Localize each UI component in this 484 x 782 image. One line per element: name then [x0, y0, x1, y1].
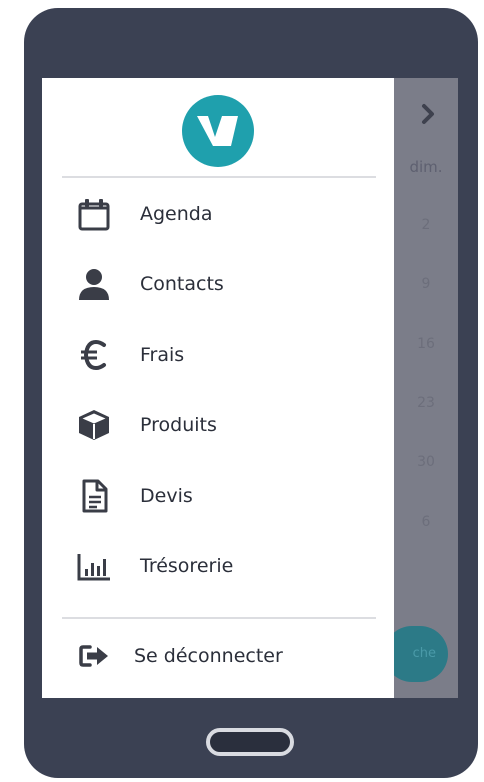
navigation-drawer: Agenda Contacts Frais Produits Devis Tré…: [42, 78, 394, 698]
menu-item-agenda[interactable]: Agenda: [62, 184, 376, 244]
calendar-icon: [76, 196, 112, 232]
person-icon: [76, 266, 112, 302]
euro-icon: [76, 337, 112, 373]
menu-item-frais[interactable]: Frais: [62, 325, 376, 385]
home-button[interactable]: [206, 728, 294, 756]
calendar-day-name: dim.: [409, 158, 443, 176]
drawer-divider-bottom: [62, 617, 376, 619]
calendar-date[interactable]: 16: [394, 336, 458, 352]
menu-item-label: Produits: [140, 414, 217, 436]
menu-item-produits[interactable]: Produits: [62, 395, 376, 455]
app-logo: [182, 95, 254, 167]
menu-item-contacts[interactable]: Contacts: [62, 254, 376, 314]
calendar-date[interactable]: 6: [394, 514, 458, 530]
logout-icon: [76, 638, 112, 674]
calendar-date[interactable]: 23: [394, 395, 458, 411]
logout-label: Se déconnecter: [134, 645, 283, 667]
menu-item-label: Devis: [140, 485, 193, 507]
logout-button[interactable]: Se déconnecter: [62, 626, 376, 686]
bar-chart-icon: [76, 548, 112, 584]
document-icon: [76, 478, 112, 514]
calendar-date[interactable]: 30: [394, 454, 458, 470]
calendar-date[interactable]: 9: [394, 276, 458, 292]
calendar-date[interactable]: 2: [394, 217, 458, 233]
box-icon: [76, 407, 112, 443]
menu-item-label: Agenda: [140, 203, 213, 225]
menu-item-label: Contacts: [140, 273, 224, 295]
menu-item-tresorerie[interactable]: Trésorerie: [62, 536, 376, 596]
menu-item-label: Trésorerie: [140, 555, 234, 577]
menu-item-devis[interactable]: Devis: [62, 466, 376, 526]
drawer-divider-top: [62, 176, 376, 178]
calendar-background: dim. 2 9 16 23 30 6 che: [384, 78, 458, 698]
chevron-right-icon[interactable]: [414, 100, 442, 128]
menu-item-label: Frais: [140, 344, 185, 366]
